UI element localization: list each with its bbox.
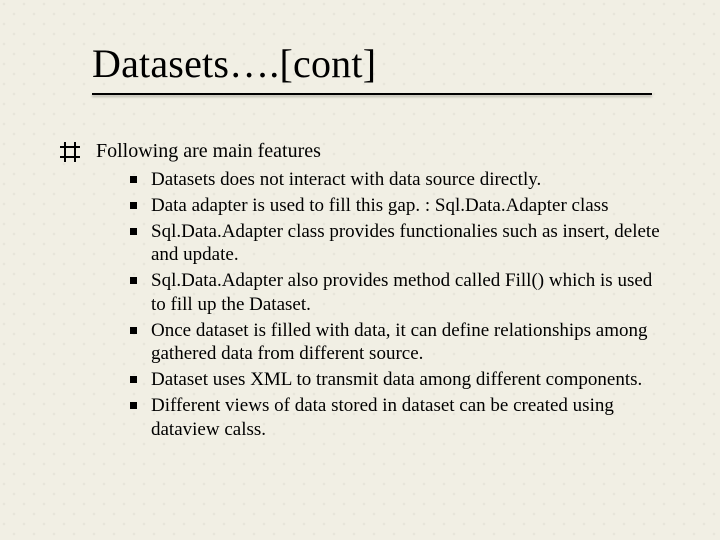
square-bullet-icon bbox=[130, 277, 137, 284]
bullet-level1: Following are main features bbox=[60, 139, 670, 164]
slide: Datasets….[cont] Following are main feat… bbox=[0, 0, 720, 540]
list-item: Different views of data stored in datase… bbox=[130, 394, 670, 442]
square-bullet-icon bbox=[130, 376, 137, 383]
sub-bullets: Datasets does not interact with data sou… bbox=[60, 168, 670, 441]
list-item: Dataset uses XML to transmit data among … bbox=[130, 368, 670, 392]
square-bullet-icon bbox=[130, 202, 137, 209]
list-item: Once dataset is filled with data, it can… bbox=[130, 319, 670, 367]
list-item-text: Different views of data stored in datase… bbox=[151, 394, 670, 442]
slide-body: Following are main features Datasets doe… bbox=[60, 139, 670, 441]
list-item: Data adapter is used to fill this gap. :… bbox=[130, 194, 670, 218]
list-item-text: Datasets does not interact with data sou… bbox=[151, 168, 541, 192]
title-underline bbox=[92, 93, 652, 95]
list-item-text: Once dataset is filled with data, it can… bbox=[151, 319, 670, 367]
frame-corners-icon bbox=[60, 142, 80, 162]
list-item-text: Sql.Data.Adapter also provides method ca… bbox=[151, 269, 670, 317]
bullet-level1-text: Following are main features bbox=[96, 139, 321, 164]
list-item: Sql.Data.Adapter also provides method ca… bbox=[130, 269, 670, 317]
list-item-text: Dataset uses XML to transmit data among … bbox=[151, 368, 642, 392]
square-bullet-icon bbox=[130, 327, 137, 334]
list-item-text: Sql.Data.Adapter class provides function… bbox=[151, 220, 670, 268]
list-item-text: Data adapter is used to fill this gap. :… bbox=[151, 194, 608, 218]
square-bullet-icon bbox=[130, 176, 137, 183]
list-item: Sql.Data.Adapter class provides function… bbox=[130, 220, 670, 268]
square-bullet-icon bbox=[130, 228, 137, 235]
list-item: Datasets does not interact with data sou… bbox=[130, 168, 670, 192]
square-bullet-icon bbox=[130, 402, 137, 409]
slide-title: Datasets….[cont] bbox=[92, 40, 670, 87]
